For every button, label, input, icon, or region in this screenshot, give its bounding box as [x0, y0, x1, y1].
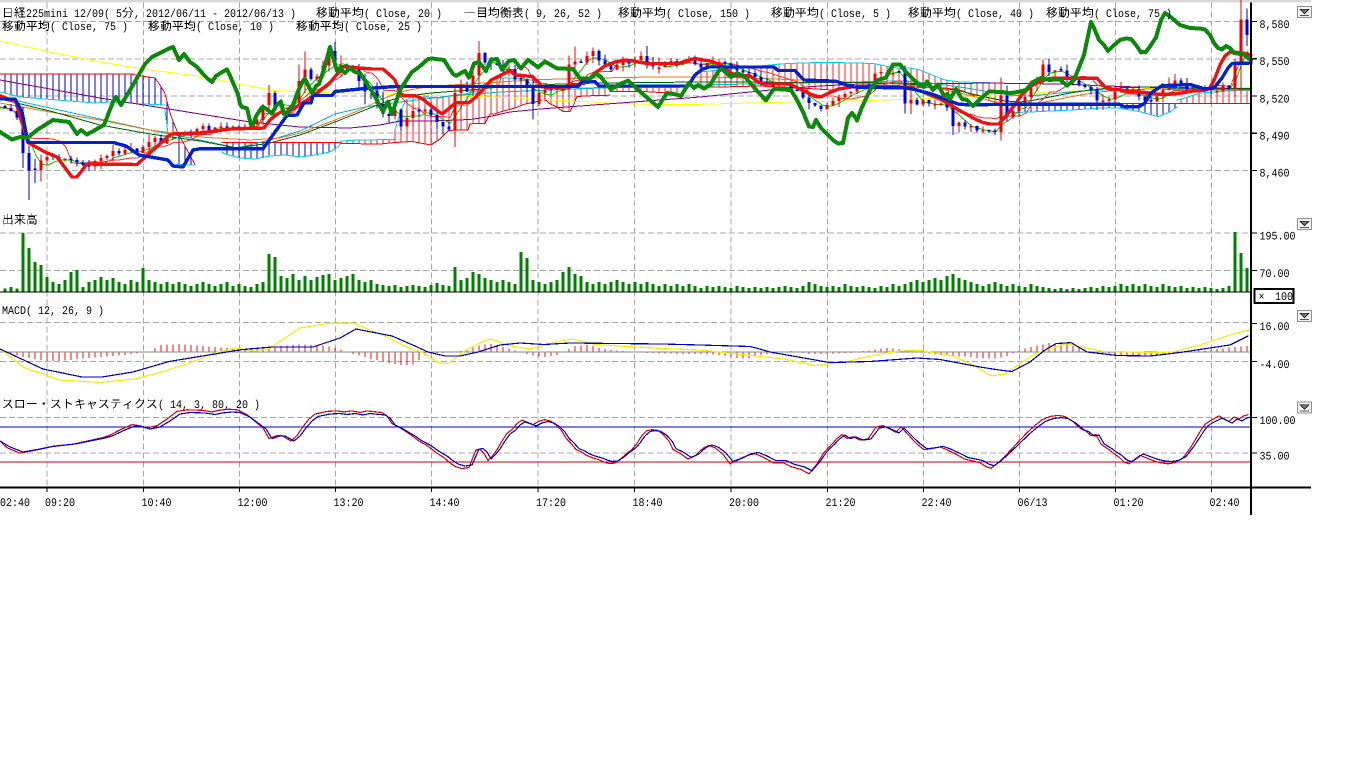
svg-text:10:40: 10:40 [142, 497, 172, 510]
svg-text:( Close, 75 ): ( Close, 75 ) [50, 21, 128, 34]
svg-text:195.00: 195.00 [1260, 230, 1296, 243]
svg-text:02:40: 02:40 [1210, 497, 1240, 510]
svg-text:100.00: 100.00 [1260, 415, 1296, 428]
svg-text:( Close, 5 ): ( Close, 5 ) [819, 8, 891, 21]
svg-text:02:40: 02:40 [0, 497, 30, 510]
svg-text:( Close, 25 ): ( Close, 25 ) [344, 21, 422, 34]
svg-text:01:20: 01:20 [1114, 497, 1144, 510]
svg-text:×: × [1259, 291, 1265, 304]
svg-text:MACD( 12, 26, 9 ): MACD( 12, 26, 9 ) [2, 305, 104, 318]
svg-text:70.00: 70.00 [1260, 268, 1290, 281]
svg-text:18:40: 18:40 [633, 497, 663, 510]
svg-text:( Close, 75 ): ( Close, 75 ) [1094, 8, 1172, 21]
svg-text:( Close, 150 ): ( Close, 150 ) [666, 8, 750, 21]
svg-text:09:20: 09:20 [45, 497, 75, 510]
svg-text:8,490: 8,490 [1260, 131, 1290, 144]
svg-text:13:20: 13:20 [334, 497, 364, 510]
svg-text:( Close, 40 ): ( Close, 40 ) [956, 8, 1034, 21]
svg-text:06/13: 06/13 [1018, 497, 1048, 510]
svg-text:20:00: 20:00 [729, 497, 759, 510]
svg-text:225mini 12/09( 5: 225mini 12/09( 5 [26, 8, 122, 21]
svg-text:8,580: 8,580 [1260, 19, 1290, 32]
svg-text:( Close, 10 ): ( Close, 10 ) [196, 21, 274, 34]
svg-text:-4.00: -4.00 [1260, 359, 1290, 372]
svg-text:8,550: 8,550 [1260, 56, 1290, 69]
svg-text:22:40: 22:40 [922, 497, 952, 510]
svg-text:( 9, 26, 52 ): ( 9, 26, 52 ) [524, 8, 602, 21]
svg-text:100: 100 [1275, 291, 1293, 304]
svg-text:21:20: 21:20 [826, 497, 856, 510]
svg-text:( 14, 3, 80, 20 ): ( 14, 3, 80, 20 ) [158, 399, 260, 412]
svg-text:17:20: 17:20 [536, 497, 566, 510]
svg-text:( Close, 20 ): ( Close, 20 ) [364, 8, 442, 21]
svg-text:14:40: 14:40 [430, 497, 460, 510]
svg-text:16.00: 16.00 [1260, 321, 1290, 334]
svg-text:8,520: 8,520 [1260, 93, 1290, 106]
svg-text:35.00: 35.00 [1260, 450, 1290, 463]
svg-text:8,460: 8,460 [1260, 168, 1290, 181]
svg-text:12:00: 12:00 [238, 497, 268, 510]
svg-text:, 2012/06/11 - 2012/06/13 ): , 2012/06/11 - 2012/06/13 ) [134, 8, 296, 21]
